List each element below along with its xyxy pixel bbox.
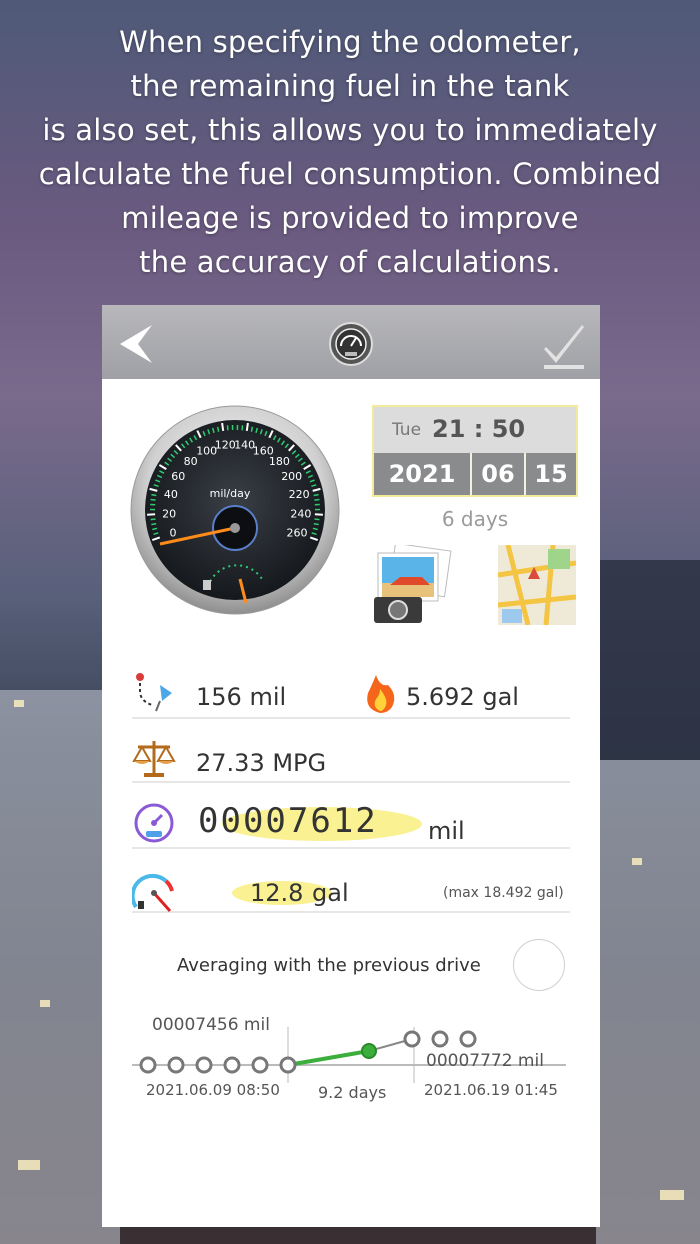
timeline-point xyxy=(459,1030,477,1048)
averaging-label: Averaging with the previous drive xyxy=(177,955,481,976)
gauge-tick-label: 260 xyxy=(287,527,308,540)
checkmark-icon[interactable] xyxy=(542,321,586,371)
lit-window xyxy=(40,1000,50,1007)
lit-window xyxy=(14,700,24,707)
headline-line: is also set, this allows you to immediat… xyxy=(42,113,658,147)
gauge-tick-mark xyxy=(245,422,249,432)
lit-window xyxy=(18,1160,40,1170)
odometer-unit: mil xyxy=(428,817,465,845)
gauge-tick-label: 120 xyxy=(215,439,236,452)
headline-line: the remaining fuel in the tank xyxy=(130,69,570,103)
speedometer-logo-icon xyxy=(329,322,373,366)
background-building xyxy=(596,760,700,1244)
gauge-tick-mark xyxy=(151,493,157,497)
datetime-picker[interactable]: Tue 21 : 50 2021 06 15 xyxy=(372,405,578,497)
day-cell[interactable]: 15 xyxy=(526,453,576,495)
prev-date: 2021.06.09 08:50 xyxy=(146,1081,280,1099)
gauge-tick-mark xyxy=(313,493,319,497)
gauge-tick-mark xyxy=(150,498,156,501)
prev-odometer: 00007456 mil xyxy=(152,1015,270,1035)
gauge-tick-mark xyxy=(313,522,319,526)
timeline-point xyxy=(223,1056,241,1074)
averaging-toggle[interactable] xyxy=(513,939,565,991)
speedometer-gauge: 020406080100120140160180200220240260 mil… xyxy=(130,405,340,615)
distance-value: 156 mil xyxy=(196,683,287,711)
timeline-point xyxy=(279,1056,297,1074)
gauge-tick-label: 180 xyxy=(269,455,290,468)
odometer-value[interactable]: 00007612 xyxy=(198,801,378,841)
gauge-tick-label: 20 xyxy=(162,508,176,521)
timeline-point xyxy=(139,1056,157,1074)
fuel-level-row[interactable]: 12.8 gal (max 18.492 gal) xyxy=(132,871,570,913)
gauge-tick-mark xyxy=(250,426,254,432)
gauge-tick-label: 60 xyxy=(171,470,185,483)
headline-line: calculate the fuel consumption. Combined xyxy=(38,157,662,191)
lit-window xyxy=(660,1190,684,1200)
background-building xyxy=(600,560,700,760)
month-cell[interactable]: 06 xyxy=(472,453,524,495)
gauge-tick-mark xyxy=(221,422,225,432)
date-row[interactable]: 2021 06 15 xyxy=(374,453,576,495)
headline-line: When specifying the odometer, xyxy=(119,25,581,59)
odometer-dial-icon xyxy=(134,803,174,843)
gauge-tick-label: 240 xyxy=(290,508,311,521)
app-screen: 0 20 40 60 80 100 120 140 160 180 200 220 240 260 mil… xyxy=(102,305,600,1227)
timeline-point xyxy=(251,1056,269,1074)
gauge-tick-mark xyxy=(216,426,220,432)
timeline-point xyxy=(431,1030,449,1048)
timeline-point xyxy=(167,1056,185,1074)
gauge-tick-mark xyxy=(151,522,157,526)
lit-window xyxy=(632,858,642,865)
time-row[interactable]: Tue 21 : 50 xyxy=(374,407,576,453)
gauge-unit: mil/day xyxy=(210,487,251,500)
gauge-tick-mark xyxy=(150,518,156,521)
interval-days: 9.2 days xyxy=(318,1083,387,1102)
fuel-level-unit: gal xyxy=(312,879,349,907)
year-cell[interactable]: 2021 xyxy=(374,453,470,495)
fuel-max-note: (max 18.492 gal) xyxy=(443,885,564,901)
timeline-point xyxy=(403,1030,421,1048)
flame-icon xyxy=(367,675,395,713)
map-pin-route-icon xyxy=(136,673,172,712)
elapsed-days: 6 days xyxy=(441,507,509,531)
weekday-label: Tue xyxy=(392,420,422,440)
distance-fuel-row: 156 mil 5.692 gal xyxy=(132,673,570,719)
gauge-tick-label: 200 xyxy=(281,470,302,483)
gauge-tick-mark xyxy=(314,498,320,501)
time-value[interactable]: 21 : 50 xyxy=(432,415,525,443)
promo-headline: When specifying the odometer, the remain… xyxy=(20,20,680,284)
navigation-bar xyxy=(102,305,600,379)
gauge-tick-mark xyxy=(314,518,320,521)
headline-line: mileage is provided to improve xyxy=(121,201,579,235)
fuel-used-value: 5.692 gal xyxy=(406,683,519,711)
gauge-tick-label: 220 xyxy=(289,488,310,501)
back-arrow-icon[interactable] xyxy=(116,323,156,365)
camera-photos-icon[interactable] xyxy=(372,545,452,625)
scales-icon xyxy=(132,741,176,777)
next-date: 2021.06.19 01:45 xyxy=(424,1081,558,1099)
map-thumbnail-icon[interactable] xyxy=(498,545,576,625)
timeline-point xyxy=(195,1056,213,1074)
drive-timeline: 00007456 mil 2021.06.09 08:50 9.2 days 0… xyxy=(132,1015,570,1111)
economy-row: 27.33 MPG xyxy=(132,741,570,783)
headline-line: the accuracy of calculations. xyxy=(139,245,561,279)
economy-value: 27.33 MPG xyxy=(196,749,327,777)
gauge-tick-label: 0 xyxy=(170,527,177,540)
fuel-gauge-icon xyxy=(132,873,174,912)
gauge-tick-label: 40 xyxy=(164,488,178,501)
fuel-level-value[interactable]: 12.8 xyxy=(250,879,303,907)
next-odometer: 00007772 mil xyxy=(426,1051,544,1071)
current-drive-point xyxy=(361,1043,377,1059)
